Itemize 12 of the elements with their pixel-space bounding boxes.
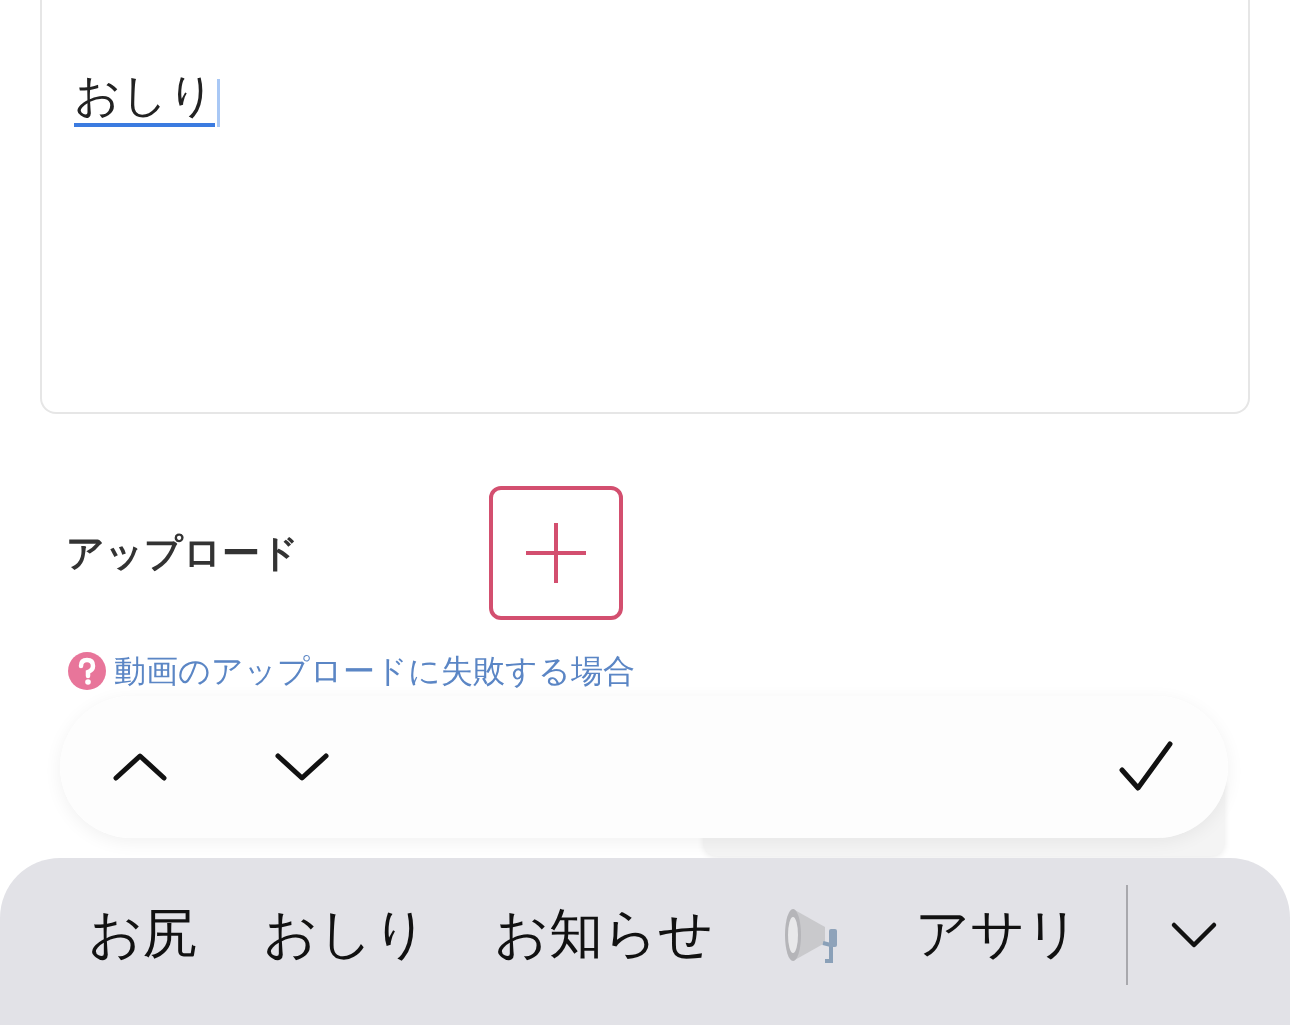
suggestion[interactable]: お知らせ	[494, 898, 713, 971]
suggestion[interactable]: お尻	[88, 898, 197, 971]
plus-icon	[524, 521, 588, 585]
expand-button[interactable]	[1170, 920, 1218, 949]
suggestion[interactable]: おしり	[263, 898, 428, 971]
text-cursor	[217, 79, 220, 128]
upload-label: アップロード	[66, 530, 299, 576]
text-area[interactable]: おしり	[40, 0, 1250, 414]
add-button[interactable]	[489, 486, 623, 620]
help-icon	[68, 652, 106, 690]
suggestion[interactable]: アサリ	[915, 898, 1080, 971]
help-link[interactable]: 動画のアップロードに失敗する場合	[114, 655, 635, 687]
